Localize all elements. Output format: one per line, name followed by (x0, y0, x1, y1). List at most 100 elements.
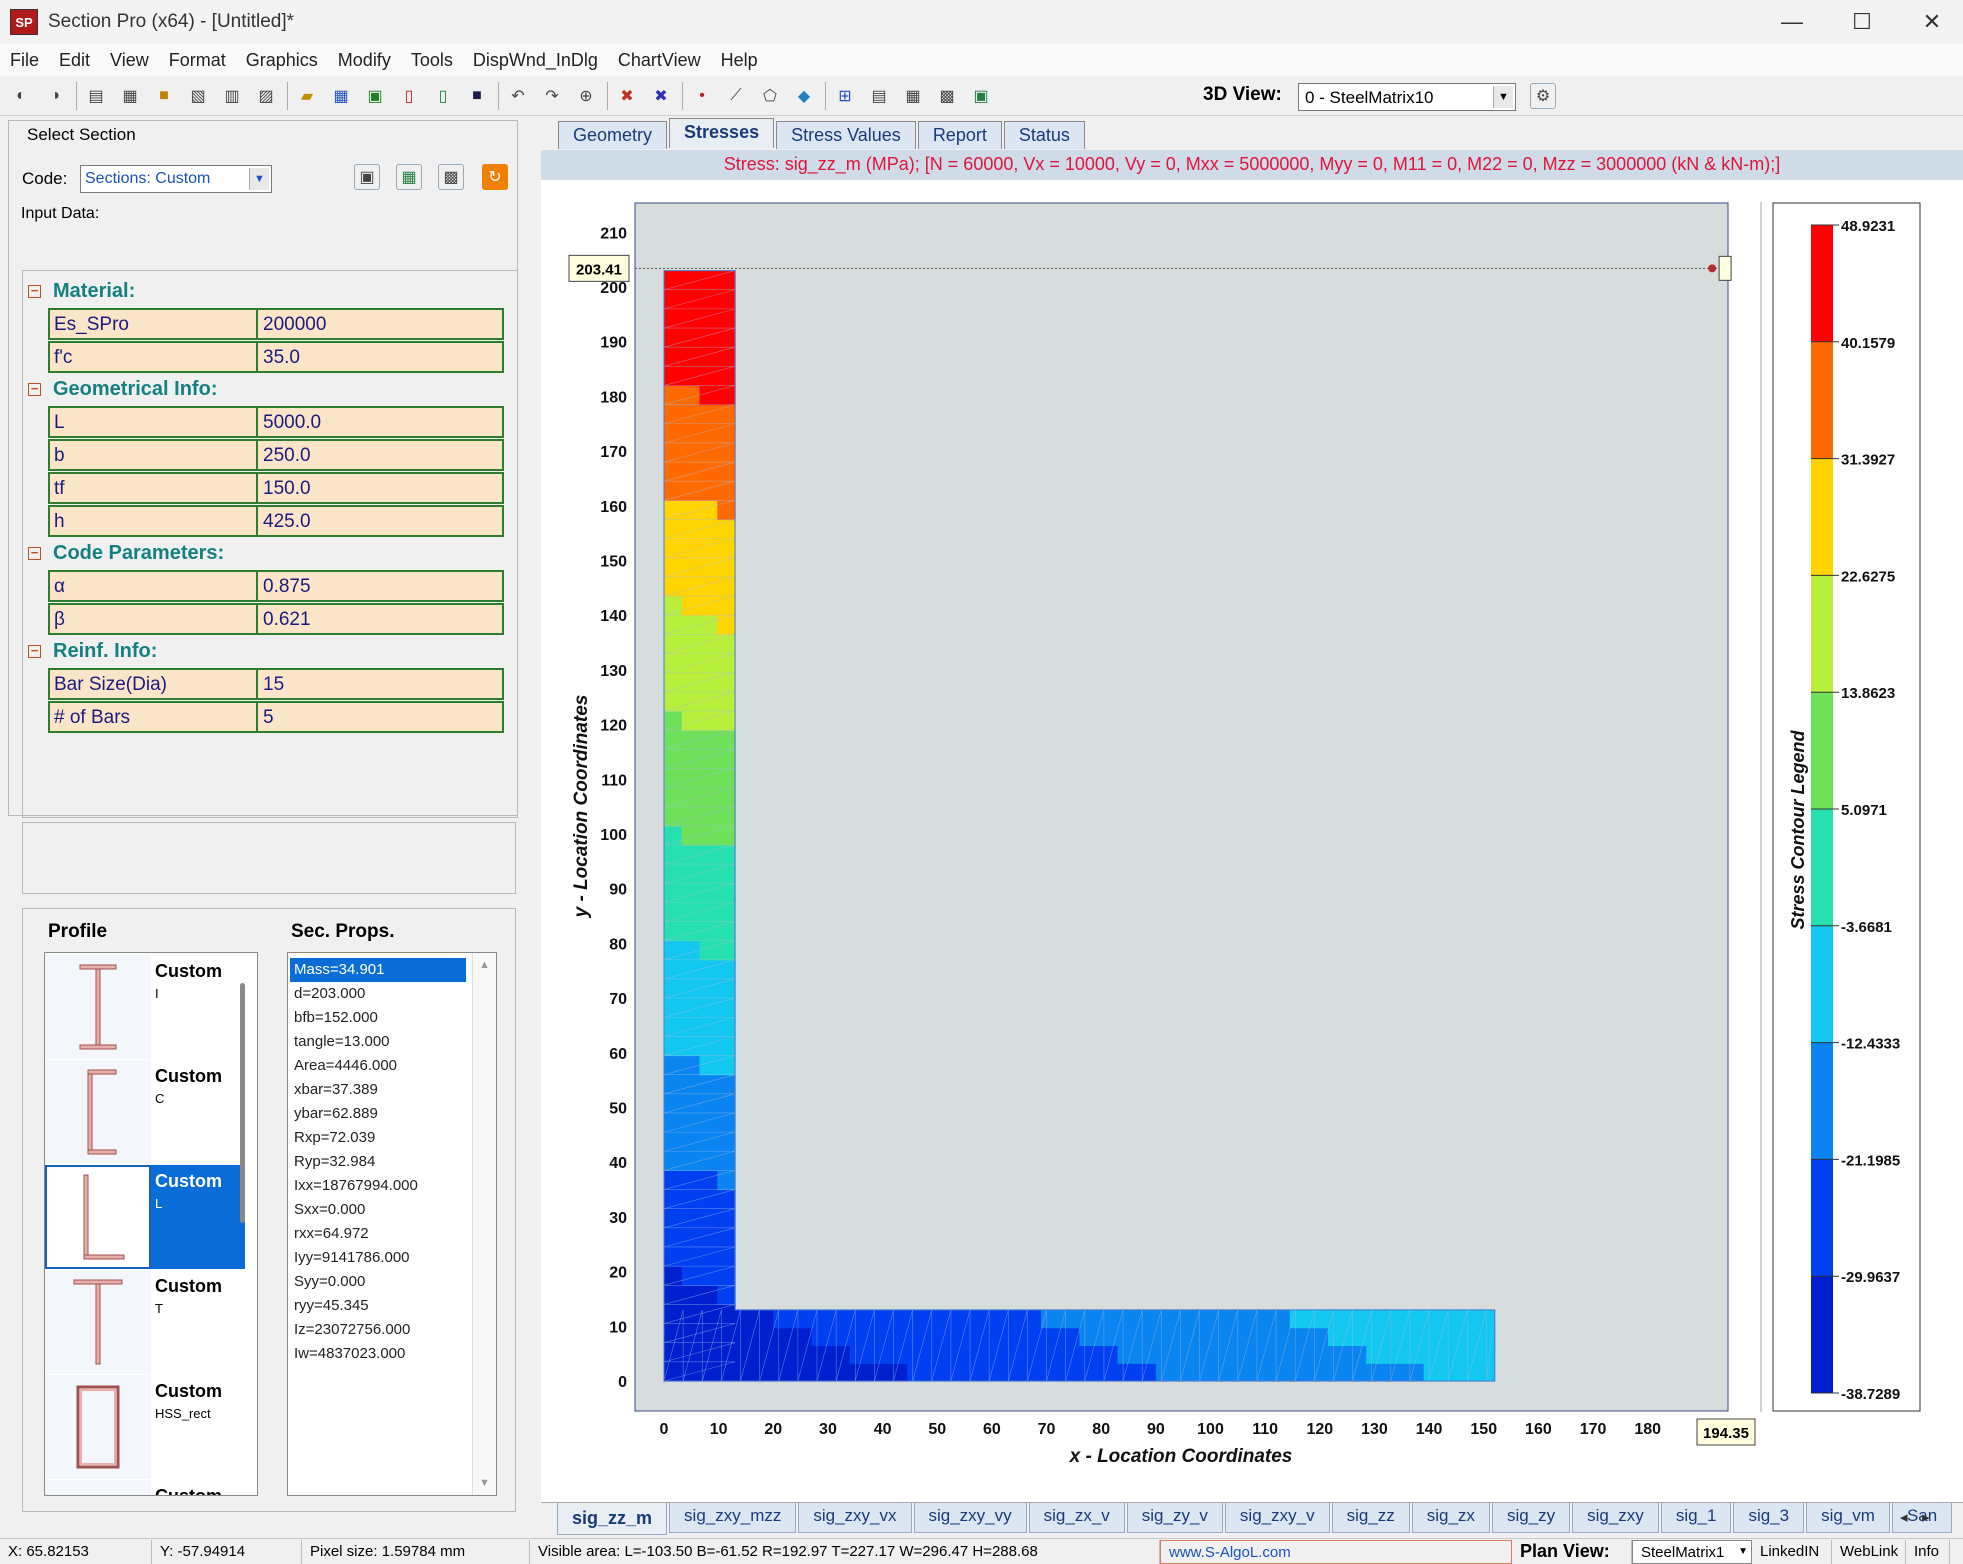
property-row[interactable]: f'c 35.0 (48, 341, 504, 373)
view-settings-icon[interactable]: ⚙ (1530, 83, 1556, 109)
chevron-down-icon[interactable]: ▼ (249, 168, 269, 190)
secprop-item[interactable]: ryy=45.345 (290, 1294, 466, 1318)
secprop-item[interactable]: tangle=13.000 (290, 1030, 466, 1054)
menu-item-edit[interactable]: Edit (59, 50, 90, 71)
profile-scrollbar[interactable] (240, 983, 245, 1223)
storage-icon[interactable]: ▩ (934, 83, 960, 109)
image-icon[interactable]: ▣ (362, 83, 388, 109)
property-value[interactable]: 425.0 (258, 507, 502, 535)
calc-icon[interactable]: ▦ (900, 83, 926, 109)
stress-tab-sig-zxy-v[interactable]: sig_zxy_v (1224, 1503, 1330, 1533)
tab-status[interactable]: Status (1003, 121, 1085, 149)
export-data-icon[interactable]: ▣ (968, 83, 994, 109)
line-icon[interactable]: ⟋ (723, 83, 749, 109)
website-link[interactable]: www.S-AlgoL.com (1160, 1539, 1512, 1564)
linkedin-link[interactable]: LinkedIN (1752, 1539, 1832, 1564)
scroll-left-icon[interactable]: ◂ (1900, 1508, 1908, 1526)
property-value[interactable]: 35.0 (258, 343, 502, 371)
stress-tab-sig-1[interactable]: sig_1 (1660, 1503, 1732, 1533)
property-value[interactable]: 5 (258, 703, 502, 731)
section-calc-icon[interactable]: ▦ (396, 164, 422, 190)
property-row[interactable]: β 0.621 (48, 603, 504, 635)
section-header[interactable]: − Geometrical Info: (28, 378, 217, 401)
secprop-item[interactable]: Ryp=32.984 (290, 1150, 466, 1174)
secprops-list[interactable]: Mass=34.901 d=203.000 bfb=152.000 tangle=13… (287, 952, 497, 1496)
property-value[interactable]: 0.875 (258, 572, 502, 600)
property-row[interactable]: L 5000.0 (48, 406, 504, 438)
secprop-item[interactable]: Rxp=72.039 (290, 1126, 466, 1150)
property-row[interactable]: tf 150.0 (48, 472, 504, 504)
collapse-icon[interactable]: − (28, 644, 41, 658)
section-header[interactable]: − Material: (28, 280, 135, 303)
scroll-down-icon[interactable]: ▼ (479, 1477, 490, 1489)
point-icon[interactable]: • (689, 83, 715, 109)
plot-background[interactable] (634, 202, 1729, 1412)
stress-tab-sig-zxy-vx[interactable]: sig_zxy_vx (798, 1503, 912, 1533)
close-button[interactable]: ✕ (1897, 0, 1963, 44)
secprop-item[interactable]: rxx=64.972 (290, 1222, 466, 1246)
info-link[interactable]: Info (1906, 1539, 1950, 1564)
profile-item-l[interactable]: Custom L (45, 1165, 245, 1269)
secprop-item[interactable]: ybar=62.889 (290, 1102, 466, 1126)
menu-item-modify[interactable]: Modify (338, 50, 391, 71)
paste-icon[interactable]: ▩ (438, 164, 464, 190)
mesh-icon[interactable]: ✖ (614, 83, 640, 109)
secprop-item[interactable]: Mass=34.901 (290, 958, 466, 982)
stress-plot-area[interactable]: 0 10 20 30 40 50 60 70 80 90 100 110 120 130 140 150 160… (541, 180, 1963, 1502)
excel-icon[interactable]: ▯ (430, 83, 456, 109)
polygon-icon[interactable]: ⬠ (757, 83, 783, 109)
collapse-icon[interactable]: − (28, 382, 41, 396)
refresh-icon[interactable]: ↻ (482, 164, 508, 190)
tab-stress-values[interactable]: Stress Values (776, 121, 916, 149)
stress-tab-sig-zxy[interactable]: sig_zxy (1572, 1503, 1659, 1533)
code-select[interactable]: Sections: Custom ▼ (80, 165, 272, 193)
menu-item-dispwnd-indlg[interactable]: DispWnd_InDlg (473, 50, 598, 71)
menu-item-graphics[interactable]: Graphics (246, 50, 318, 71)
stress-tab-sig-zxy-mzz[interactable]: sig_zxy_mzz (669, 1503, 797, 1533)
stress-tab-sig-vm[interactable]: sig_vm (1806, 1503, 1890, 1533)
secprop-item[interactable]: Iw=4837023.000 (290, 1342, 466, 1366)
profile-item-more[interactable]: Custom (45, 1480, 245, 1495)
tab-report[interactable]: Report (917, 121, 1002, 149)
property-value[interactable]: 150.0 (258, 474, 502, 502)
table-icon[interactable]: ▥ (219, 83, 245, 109)
property-value[interactable]: 0.621 (258, 605, 502, 633)
property-value[interactable]: 200000 (258, 310, 502, 338)
section-header[interactable]: − Reinf. Info: (28, 640, 157, 663)
stress-tab-sig-3[interactable]: sig_3 (1733, 1503, 1805, 1533)
scroll-right-icon[interactable]: ▸ (1922, 1508, 1930, 1526)
tab-geometry[interactable]: Geometry (558, 121, 668, 149)
pdf-icon[interactable]: ▯ (396, 83, 422, 109)
shapes-icon[interactable]: ◆ (791, 83, 817, 109)
secprop-item[interactable]: Syy=0.000 (290, 1270, 466, 1294)
property-row[interactable]: Es_SPro 200000 (48, 308, 504, 340)
stress-tab-sig-zy-v[interactable]: sig_zy_v (1126, 1503, 1223, 1533)
select-icon[interactable]: ◐ (8, 83, 34, 109)
secprop-item[interactable]: Sxx=0.000 (290, 1198, 466, 1222)
save-icon[interactable]: ■ (464, 83, 490, 109)
tab-stresses[interactable]: Stresses (669, 118, 775, 148)
property-value[interactable]: 250.0 (258, 441, 502, 469)
stress-tab-sig-zz-m[interactable]: sig_zz_m (557, 1503, 668, 1535)
stress-contour-chart[interactable]: 0102030405060708090100110120130140150160… (541, 180, 1963, 1502)
secprop-item[interactable]: Area=4446.000 (290, 1054, 466, 1078)
profile-list[interactable]: Custom I Custom C Custom L Custom T Custom HSS_re… (44, 952, 258, 1496)
section-header[interactable]: − Code Parameters: (28, 542, 224, 565)
stress-tab-sig-zx-v[interactable]: sig_zx_v (1028, 1503, 1125, 1533)
menu-item-format[interactable]: Format (169, 50, 226, 71)
scroll-up-icon[interactable]: ▲ (479, 959, 490, 971)
stress-tab-sig-zxy-vy[interactable]: sig_zxy_vy (913, 1503, 1027, 1533)
calc-sheet-icon[interactable]: ▦ (117, 83, 143, 109)
cursor-marker[interactable] (1718, 255, 1732, 281)
secprop-item[interactable]: d=203.000 (290, 982, 466, 1006)
profile-item-i[interactable]: Custom I (45, 955, 245, 1059)
import-icon[interactable]: ▧ (185, 83, 211, 109)
property-row[interactable]: # of Bars 5 (48, 701, 504, 733)
menu-item-tools[interactable]: Tools (411, 50, 453, 71)
layers-icon[interactable]: ■ (151, 83, 177, 109)
property-row[interactable]: Bar Size(Dia) 15 (48, 668, 504, 700)
stress-tab-sig-zy[interactable]: sig_zy (1491, 1503, 1571, 1533)
frame-icon[interactable]: ⊞ (832, 83, 858, 109)
plan-view-select[interactable]: SteelMatrix1 ▼ (1632, 1539, 1752, 1564)
zoom-icon[interactable]: ⊕ (573, 83, 599, 109)
